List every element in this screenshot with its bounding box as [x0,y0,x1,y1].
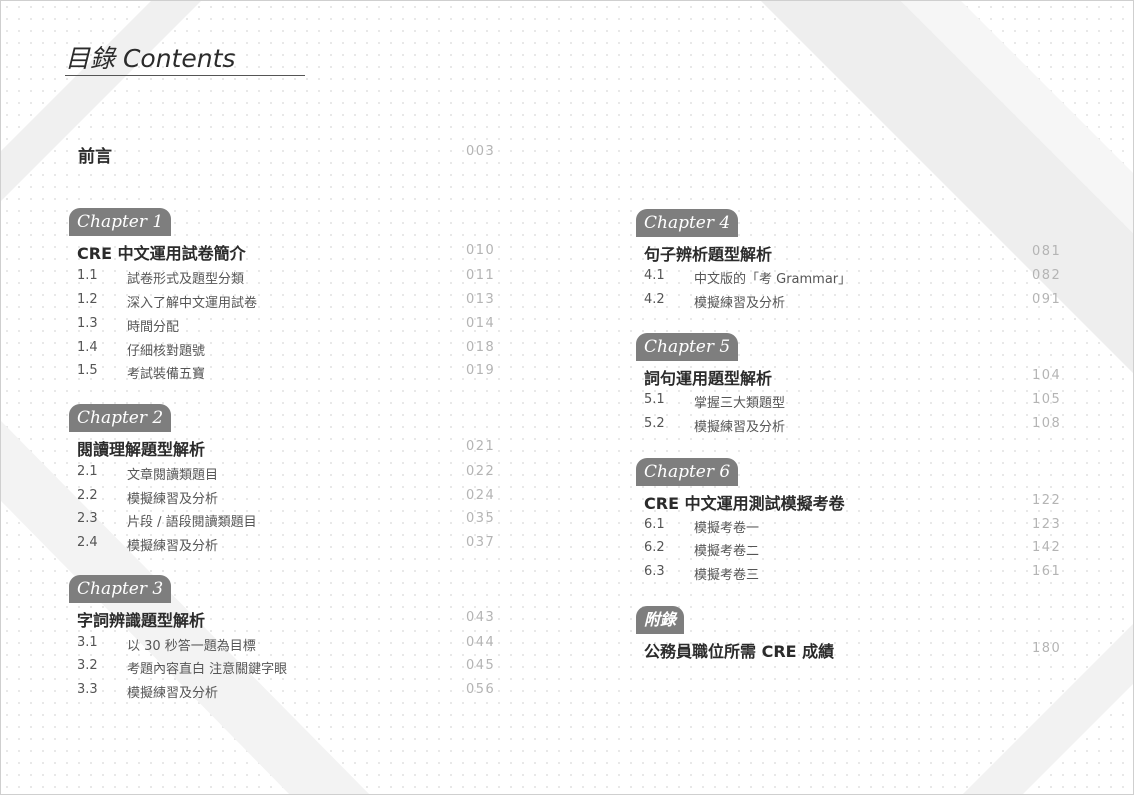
chapter-2: Chapter 2 閱讀理解題型解析 021 2.1 文章閱讀類題目 022 2… [69,404,539,574]
preface-page-number: 003 [466,144,496,159]
chapter-3: Chapter 3 字詞辨識題型解析 043 3.1 以 30 秒答一題為目標 … [69,575,539,745]
chapter-tag: Chapter 3 [69,575,172,603]
section-title: 考題內容直白 注意關鍵字眼 [127,662,288,677]
section-page-number: 044 [466,635,496,650]
chapter-tag: Chapter 2 [69,404,172,432]
section-title: 中文版的「考 Grammar」 [694,272,852,287]
section-title: 模擬考卷一 [694,521,760,536]
section-title: 仔細核對題號 [127,344,206,359]
section-page-number: 037 [466,535,496,550]
section-page-number: 123 [1032,517,1062,532]
section-page-number: 108 [1032,416,1062,431]
toc-page: 目錄 Contents 前言 003 Chapter 1 CRE 中文運用試卷簡… [0,0,1134,795]
chapter-page-number: 010 [466,243,496,258]
chapter-title: 詞句運用題型解析 [644,369,773,388]
section-page-number: 105 [1032,392,1062,407]
section-number: 5.1 [644,392,665,407]
appendix-tag: 附錄 [636,606,685,634]
section-number: 3.3 [77,682,98,697]
chapter-tag: Chapter 1 [69,208,172,236]
section-page-number: 161 [1032,564,1062,579]
section-page-number: 022 [466,464,496,479]
chapter-1: Chapter 1 CRE 中文運用試卷簡介 010 1.1 試卷形式及題型分類… [69,208,539,382]
section-title: 模擬練習及分析 [694,296,786,311]
chapter-page-number: 021 [466,439,496,454]
section-title: 模擬考卷三 [694,568,760,583]
chapter-page-number: 043 [466,610,496,625]
chapter-title: 句子辨析題型解析 [644,245,773,264]
chapter-title: CRE 中文運用測試模擬考卷 [644,494,845,513]
section-title: 片段 / 語段閱讀類題目 [127,515,257,530]
section-title: 模擬練習及分析 [127,686,219,701]
chapter-tag: Chapter 5 [636,333,739,361]
chapter-page-number: 104 [1032,368,1062,383]
chapter-tag: Chapter 6 [636,458,739,486]
chapter-title: 閱讀理解題型解析 [77,440,206,459]
section-number: 4.1 [644,268,665,283]
section-number: 1.5 [77,363,98,378]
section-number: 5.2 [644,416,665,431]
section-number: 1.3 [77,316,98,331]
section-page-number: 142 [1032,540,1062,555]
section-page-number: 019 [466,363,496,378]
appendix-page-number: 180 [1032,641,1062,656]
section-page-number: 014 [466,316,496,331]
section-page-number: 045 [466,658,496,673]
section-title: 模擬練習及分析 [127,492,219,507]
section-number: 3.2 [77,658,98,673]
section-number: 1.2 [77,292,98,307]
section-page-number: 091 [1032,292,1062,307]
section-page-number: 011 [466,268,496,283]
section-number: 2.2 [77,488,98,503]
section-title: 模擬練習及分析 [694,420,786,435]
section-page-number: 013 [466,292,496,307]
preface-label: 前言 [78,147,112,167]
chapter-6: Chapter 6 CRE 中文運用測試模擬考卷 122 6.1 模擬考卷一 1… [636,458,1106,628]
chapter-title: 字詞辨識題型解析 [77,611,206,630]
section-number: 6.3 [644,564,665,579]
chapter-page-number: 081 [1032,244,1062,259]
section-page-number: 035 [466,511,496,526]
appendix-title: 公務員職位所需 CRE 成績 [644,642,835,661]
section-title: 以 30 秒答一題為目標 [127,639,256,654]
section-title: 時間分配 [127,320,180,335]
chapter-tag: Chapter 4 [636,209,739,237]
chapter-page-number: 122 [1032,493,1062,508]
page-title: 目錄 Contents [65,44,236,73]
section-number: 2.4 [77,535,98,550]
section-page-number: 024 [466,488,496,503]
section-number: 6.2 [644,540,665,555]
appendix: 附錄 公務員職位所需 CRE 成績 180 [636,606,1106,666]
section-number: 1.1 [77,268,98,283]
section-title: 考試裝備五寶 [127,367,206,382]
section-number: 2.1 [77,464,98,479]
toc-heading: 目錄 Contents [65,37,305,76]
section-title: 模擬練習及分析 [127,539,219,554]
section-number: 1.4 [77,340,98,355]
section-title: 試卷形式及題型分類 [127,272,245,287]
chapter-title: CRE 中文運用試卷簡介 [77,244,246,263]
section-title: 深入了解中文運用試卷 [127,296,258,311]
section-title: 文章閱讀類題目 [127,468,219,483]
section-number: 4.2 [644,292,665,307]
section-number: 3.1 [77,635,98,650]
section-page-number: 056 [466,682,496,697]
section-number: 6.1 [644,517,665,532]
section-page-number: 082 [1032,268,1062,283]
section-number: 2.3 [77,511,98,526]
section-title: 模擬考卷二 [694,544,760,559]
section-page-number: 018 [466,340,496,355]
section-title: 掌握三大類題型 [694,396,786,411]
